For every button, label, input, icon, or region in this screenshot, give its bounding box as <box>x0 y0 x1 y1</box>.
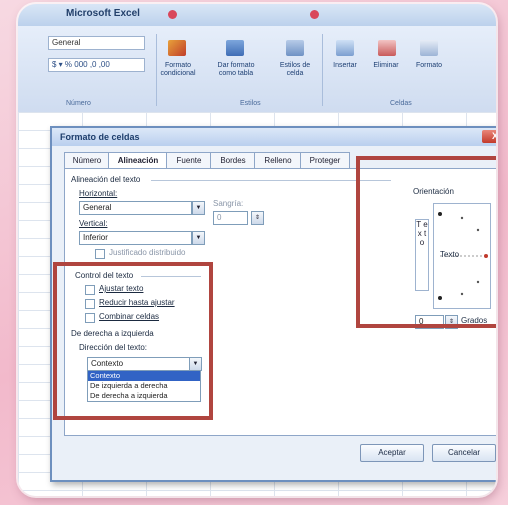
format-as-table-icon[interactable] <box>226 40 244 56</box>
cell-styles-icon[interactable] <box>286 40 304 56</box>
indent-input[interactable]: 0 <box>213 211 248 225</box>
delete-icon[interactable] <box>378 40 396 56</box>
conditional-format-icon[interactable] <box>168 40 186 56</box>
tab-borders[interactable]: Bordes <box>210 152 256 168</box>
format-button[interactable]: Formato <box>408 62 450 70</box>
group-separator <box>322 34 323 106</box>
chevron-down-icon[interactable]: ▼ <box>192 201 205 215</box>
format-icon[interactable] <box>420 40 438 56</box>
tab-alignment[interactable]: Alineación <box>108 152 168 169</box>
record-icon <box>310 10 319 19</box>
group-label-cells: Celdas <box>390 100 412 107</box>
horizontal-select[interactable]: General <box>79 201 192 215</box>
conditional-format-button[interactable]: Formato condicional <box>156 62 200 78</box>
tab-protection[interactable]: Proteger <box>300 152 350 168</box>
format-as-table-button[interactable]: Dar formato como tabla <box>208 62 264 78</box>
insert-button[interactable]: Insertar <box>326 62 364 70</box>
group-label-number: Número <box>66 100 91 107</box>
window-title: Microsoft Excel <box>66 8 140 19</box>
distributed-checkbox[interactable] <box>95 249 105 259</box>
cell-styles-button[interactable]: Estilos de celda <box>274 62 316 78</box>
indent-label: Sangría: <box>213 199 244 208</box>
horizontal-label: Horizontal: <box>79 189 118 198</box>
tab-font[interactable]: Fuente <box>166 152 212 168</box>
group-label-styles: Estilos <box>240 100 261 107</box>
font-name-select[interactable]: General <box>48 36 145 50</box>
dialog-title-bar: Formato de celdas X <box>52 128 496 146</box>
vertical-label: Vertical: <box>79 219 108 228</box>
delete-button[interactable]: Eliminar <box>366 62 406 70</box>
distributed-label: Justificado distribuido <box>109 248 186 257</box>
ok-button[interactable]: Aceptar <box>360 444 424 462</box>
record-icon <box>168 10 177 19</box>
divider <box>151 180 391 181</box>
screenshot-frame: Microsoft Excel General $ ▾ % 000 ,0 ,00… <box>18 4 496 496</box>
chevron-down-icon[interactable]: ▼ <box>192 231 205 245</box>
highlight-box-orientation <box>356 156 496 328</box>
indent-spinner[interactable]: ⇕ <box>251 211 264 225</box>
ribbon: General $ ▾ % 000 ,0 ,00 Número Formato … <box>18 26 496 113</box>
dialog-title: Formato de celdas <box>60 132 140 142</box>
vertical-select[interactable]: Inferior <box>79 231 192 245</box>
title-bar: Microsoft Excel <box>18 4 496 26</box>
alignment-section-title: Alineación del texto <box>71 175 141 184</box>
cancel-button[interactable]: Cancelar <box>432 444 496 462</box>
tab-fill[interactable]: Relleno <box>254 152 302 168</box>
tab-number[interactable]: Número <box>64 152 110 168</box>
number-format-buttons[interactable]: $ ▾ % 000 ,0 ,00 <box>48 58 145 72</box>
close-button[interactable]: X <box>482 130 496 143</box>
highlight-box-text-control <box>53 262 213 420</box>
insert-icon[interactable] <box>336 40 354 56</box>
